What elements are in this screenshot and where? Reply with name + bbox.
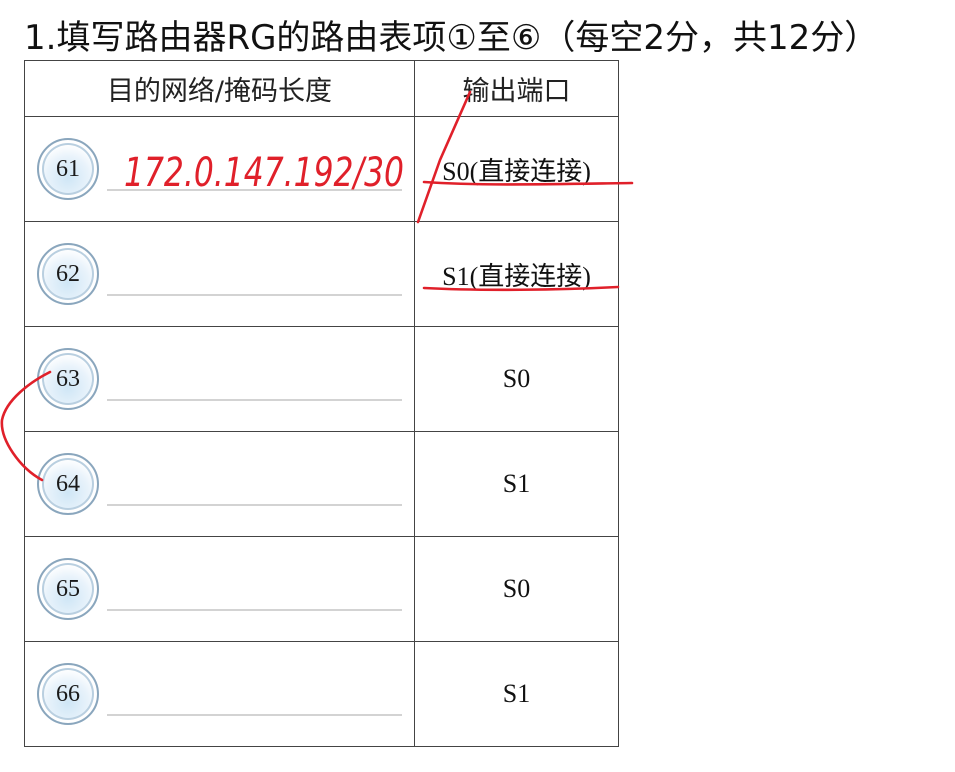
- output-port-cell: S0: [414, 326, 619, 432]
- answer-blank-line: [107, 399, 402, 401]
- table-row: 63 S0: [24, 326, 619, 432]
- answer-cell[interactable]: 64: [24, 431, 415, 537]
- table-header-row: 目的网络/掩码长度 输出端口: [24, 60, 619, 117]
- header-destination: 目的网络/掩码长度: [24, 60, 415, 117]
- table-row: 65 S0: [24, 536, 619, 642]
- table-row: 64 S1: [24, 431, 619, 537]
- routing-table: 目的网络/掩码长度 输出端口 61 S0(直接连接) 62 S1(直接连接) 6…: [24, 60, 619, 747]
- output-port-text: S0: [502, 574, 531, 603]
- blank-number-badge: 62: [37, 243, 99, 305]
- blank-number-badge: 65: [37, 558, 99, 620]
- output-port-text: S0: [502, 364, 531, 393]
- answer-blank-line: [107, 714, 402, 716]
- output-port-text: S0(直接连接): [442, 156, 591, 186]
- answer-blank-line: [107, 609, 402, 611]
- blank-number-badge: 61: [37, 138, 99, 200]
- table-row: 66 S1: [24, 641, 619, 747]
- output-port-cell: S1(直接连接): [414, 221, 619, 327]
- answer-cell[interactable]: 65: [24, 536, 415, 642]
- answer-blank-line: [107, 189, 402, 191]
- table-row: 61 S0(直接连接): [24, 116, 619, 222]
- answer-cell[interactable]: 62: [24, 221, 415, 327]
- blank-number-badge: 63: [37, 348, 99, 410]
- output-port-text: S1: [502, 469, 531, 498]
- question-title: 1.填写路由器RG的路由表项①至⑥（每空2分，共12分）: [24, 18, 879, 58]
- answer-blank-line: [107, 504, 402, 506]
- output-port-text: S1(直接连接): [442, 261, 591, 291]
- output-port-cell: S1: [414, 641, 619, 747]
- output-port-cell: S0(直接连接): [414, 116, 619, 222]
- answer-cell[interactable]: 61: [24, 116, 415, 222]
- header-output-port: 输出端口: [414, 60, 619, 117]
- blank-number-badge: 66: [37, 663, 99, 725]
- blank-number-badge: 64: [37, 453, 99, 515]
- output-port-cell: S0: [414, 536, 619, 642]
- answer-cell[interactable]: 66: [24, 641, 415, 747]
- table-row: 62 S1(直接连接): [24, 221, 619, 327]
- output-port-cell: S1: [414, 431, 619, 537]
- answer-blank-line: [107, 294, 402, 296]
- output-port-text: S1: [502, 679, 531, 708]
- answer-cell[interactable]: 63: [24, 326, 415, 432]
